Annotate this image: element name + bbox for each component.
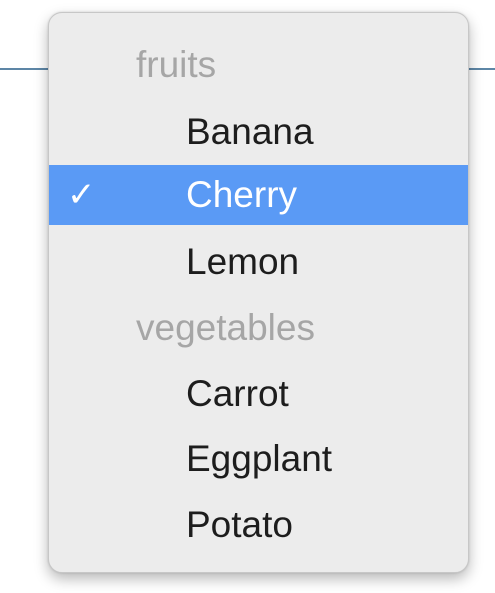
menu-item-eggplant[interactable]: Eggplant xyxy=(49,429,468,489)
menu-item-label: Carrot xyxy=(186,373,289,414)
menu-item-label: Cherry xyxy=(186,174,298,215)
group-header-fruits: fruits xyxy=(49,35,468,95)
menu-item-banana[interactable]: Banana xyxy=(49,102,468,162)
menu-item-label: Banana xyxy=(186,111,314,152)
checkmark-icon: ✓ xyxy=(67,176,96,214)
menu-item-label: Lemon xyxy=(186,241,300,282)
menu-item-label: Potato xyxy=(186,504,293,545)
background-separator-line xyxy=(0,68,50,70)
group-label: fruits xyxy=(136,44,217,85)
popup-menu: fruits Banana ✓ Cherry Lemon vegetables … xyxy=(48,12,469,573)
menu-item-lemon[interactable]: Lemon xyxy=(49,232,468,292)
menu-item-cherry[interactable]: ✓ Cherry xyxy=(49,165,468,225)
background-separator-line xyxy=(468,68,495,70)
menu-item-label: Eggplant xyxy=(186,438,333,479)
menu-item-potato[interactable]: Potato xyxy=(49,495,468,555)
menu-item-carrot[interactable]: Carrot xyxy=(49,364,468,424)
group-header-vegetables: vegetables xyxy=(49,298,468,358)
group-label: vegetables xyxy=(136,307,315,348)
